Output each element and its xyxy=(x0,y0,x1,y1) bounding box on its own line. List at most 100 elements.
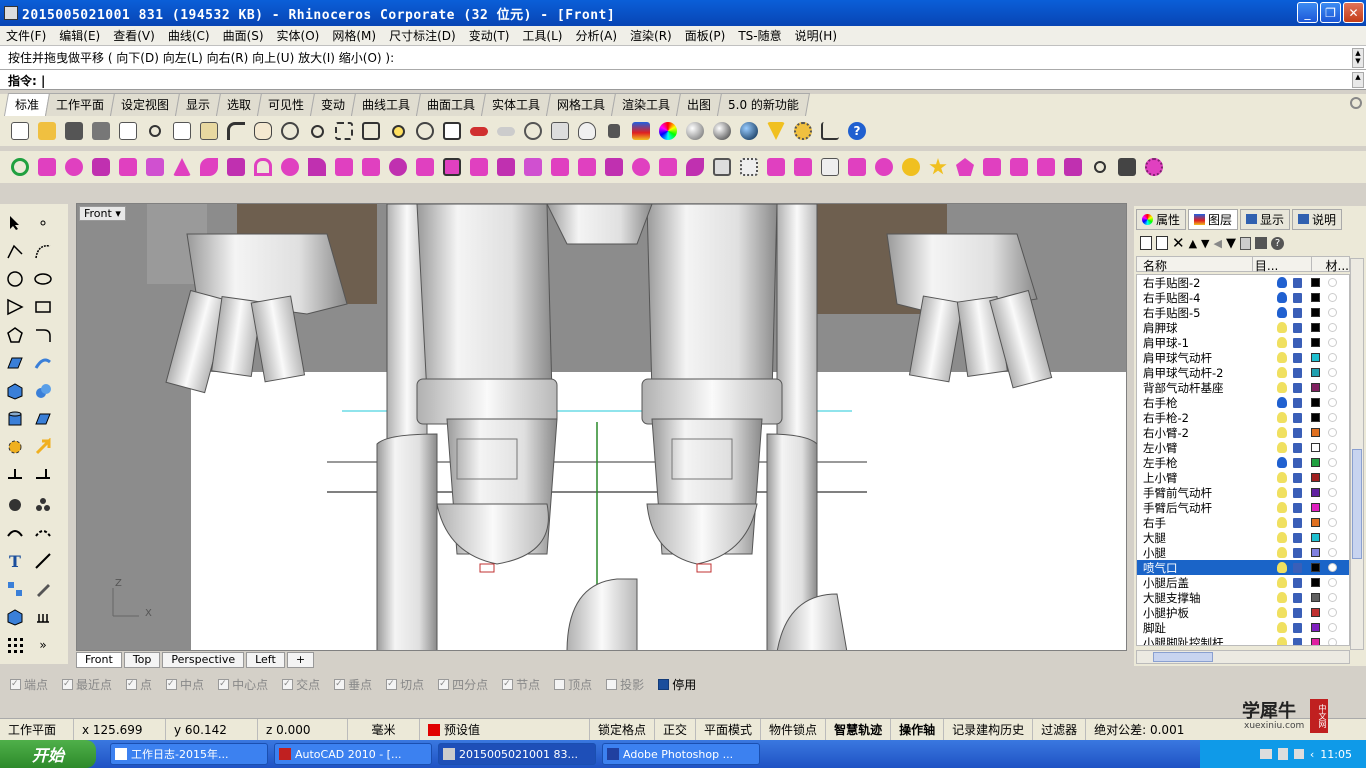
move-layer-up-icon[interactable]: ▲ xyxy=(1189,237,1197,250)
visibility-bulb-icon[interactable] xyxy=(1277,622,1287,633)
save-icon[interactable] xyxy=(62,119,86,143)
material-icon[interactable] xyxy=(1328,293,1337,302)
layer-row[interactable]: 肩胛球 xyxy=(1137,320,1349,335)
text-tool-icon[interactable]: T xyxy=(4,550,26,572)
tab-solid-tools[interactable]: 实体工具 xyxy=(481,93,552,116)
menu-ts[interactable]: TS-随意 xyxy=(732,27,788,44)
layer-row[interactable]: 脚趾 xyxy=(1137,620,1349,635)
tab-curve-tools[interactable]: 曲线工具 xyxy=(351,93,422,116)
layer-name[interactable]: 大腿支撑轴 xyxy=(1137,590,1271,606)
rectangle-icon[interactable] xyxy=(32,296,54,318)
visibility-bulb-icon[interactable] xyxy=(1277,637,1287,645)
material-icon[interactable] xyxy=(1328,638,1337,645)
new-layer-icon[interactable] xyxy=(1140,236,1152,250)
color-wheel-icon[interactable] xyxy=(656,119,680,143)
layer-color-swatch[interactable] xyxy=(1311,278,1320,287)
lock-icon[interactable] xyxy=(1293,292,1302,303)
material-icon[interactable] xyxy=(1328,578,1337,587)
rotate-view-icon[interactable] xyxy=(278,119,302,143)
osnap-end[interactable]: ✓ 端点 xyxy=(10,676,48,693)
material-icon[interactable] xyxy=(1328,593,1337,602)
layer-color-swatch[interactable] xyxy=(1311,593,1320,602)
dot-grid-icon[interactable] xyxy=(4,634,26,656)
layer-row[interactable]: 小腿护板 xyxy=(1137,605,1349,620)
layer-color-swatch[interactable] xyxy=(1311,458,1320,467)
smooth-tool-icon[interactable] xyxy=(764,155,788,179)
layer-name[interactable]: 上小臂 xyxy=(1137,470,1271,486)
menu-analyze[interactable]: 分析(A) xyxy=(569,27,624,44)
lock-icon[interactable] xyxy=(1293,577,1302,588)
layer-color-swatch[interactable] xyxy=(1311,533,1320,542)
layer-name[interactable]: 喷气口 xyxy=(1137,560,1271,576)
menu-surface[interactable]: 曲面(S) xyxy=(217,27,271,44)
copy-icon[interactable] xyxy=(170,119,194,143)
group-icon[interactable] xyxy=(4,494,26,516)
lock-icon[interactable] xyxy=(1293,622,1302,633)
osnap-intersection-checkbox[interactable]: ✓ xyxy=(282,678,294,690)
array-icon[interactable] xyxy=(4,578,26,600)
visibility-bulb-icon[interactable] xyxy=(1277,517,1287,528)
layer-color-swatch[interactable] xyxy=(1311,308,1320,317)
maximize-button[interactable]: ❐ xyxy=(1320,2,1341,23)
material-icon[interactable] xyxy=(1328,623,1337,632)
undo-icon[interactable] xyxy=(224,119,248,143)
command-line-scrollbar[interactable]: ▲ xyxy=(1352,72,1364,88)
rendered-sphere-icon[interactable] xyxy=(710,119,734,143)
gear-tool-icon[interactable] xyxy=(4,436,26,458)
sweep-tool-icon[interactable] xyxy=(197,155,221,179)
polygon-tool-icon[interactable] xyxy=(953,155,977,179)
visibility-bulb-icon[interactable] xyxy=(1277,562,1287,573)
lock-icon[interactable] xyxy=(1293,412,1302,423)
menu-panels[interactable]: 面板(P) xyxy=(679,27,733,44)
twist-tool-icon[interactable] xyxy=(656,155,680,179)
dimension-angle-icon[interactable] xyxy=(32,464,54,486)
point-icon[interactable] xyxy=(32,212,54,234)
tab-perspective[interactable]: Perspective xyxy=(162,652,245,668)
open-file-icon[interactable] xyxy=(35,119,59,143)
deform-tool-icon[interactable] xyxy=(791,155,815,179)
visibility-bulb-icon[interactable] xyxy=(1277,352,1287,363)
rebuild-tool-icon[interactable] xyxy=(602,155,626,179)
circle-icon[interactable] xyxy=(4,268,26,290)
layer-name[interactable]: 右手枪 xyxy=(1137,395,1271,411)
visibility-bulb-icon[interactable] xyxy=(1277,532,1287,543)
sphere-tool-icon[interactable] xyxy=(62,155,86,179)
visibility-bulb-icon[interactable] xyxy=(1277,592,1287,603)
layer-color-swatch[interactable] xyxy=(1311,638,1320,645)
lock-icon[interactable] xyxy=(1293,442,1302,453)
cylinder-icon[interactable] xyxy=(4,408,26,430)
fillet-curve-icon[interactable] xyxy=(32,324,54,346)
status-smarttrack[interactable]: 智慧轨迹 xyxy=(826,718,892,741)
material-icon[interactable] xyxy=(1328,563,1337,572)
layer-name[interactable]: 右手 xyxy=(1137,515,1271,531)
status-gumball[interactable]: 操作轴 xyxy=(891,718,945,741)
osnap-vertex-checkbox[interactable] xyxy=(554,678,566,690)
menu-tools[interactable]: 工具(L) xyxy=(516,27,569,44)
block-icon[interactable] xyxy=(4,606,26,628)
visibility-bulb-icon[interactable] xyxy=(1277,367,1287,378)
layer-name[interactable]: 肩甲球气动杆 xyxy=(1137,350,1271,366)
menu-mesh[interactable]: 网格(M) xyxy=(326,27,383,44)
start-button[interactable]: 开始 xyxy=(0,740,96,768)
undo-view-icon[interactable] xyxy=(413,119,437,143)
select-arrow-icon[interactable] xyxy=(4,212,26,234)
osnap-intersection[interactable]: ✓ 交点 xyxy=(282,676,320,693)
layer-row[interactable]: 大腿支撑轴 xyxy=(1137,590,1349,605)
light-bulb-icon[interactable] xyxy=(575,119,599,143)
more-tools-icon[interactable]: » xyxy=(32,634,54,656)
panel-tool-icon[interactable] xyxy=(1007,155,1031,179)
pan-hand-icon[interactable] xyxy=(251,119,275,143)
visibility-bulb-icon[interactable] xyxy=(1277,427,1287,438)
layer-row[interactable]: 小腿脚趾控制杆 xyxy=(1137,635,1349,645)
shell-tool-icon[interactable] xyxy=(278,155,302,179)
layer-color-swatch[interactable] xyxy=(1311,548,1320,557)
print-icon[interactable] xyxy=(89,119,113,143)
edit-pencil-icon[interactable] xyxy=(32,578,54,600)
visibility-bulb-icon[interactable] xyxy=(1277,292,1287,303)
tab-display[interactable]: 显示 xyxy=(175,93,222,116)
solid-sphere-icon[interactable] xyxy=(32,380,54,402)
layer-color-swatch[interactable] xyxy=(1311,338,1320,347)
osnap-project[interactable]: 投影 xyxy=(606,676,644,693)
cage-tool-icon[interactable] xyxy=(710,155,734,179)
cplane-icon[interactable] xyxy=(521,119,545,143)
